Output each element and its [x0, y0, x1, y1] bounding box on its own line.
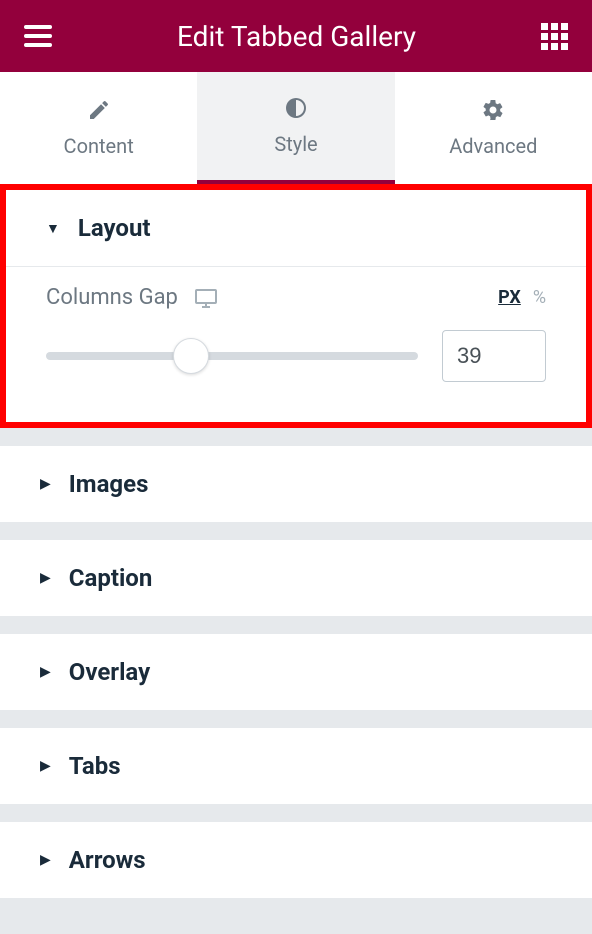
columns-gap-label-group: Columns Gap	[46, 285, 218, 310]
page-title: Edit Tabbed Gallery	[177, 20, 416, 53]
menu-icon[interactable]	[24, 25, 52, 47]
columns-gap-label: Columns Gap	[46, 285, 178, 310]
section-images-title: Images	[69, 470, 149, 498]
section-arrows-title: Arrows	[69, 846, 146, 874]
tab-style[interactable]: Style	[197, 72, 394, 184]
section-arrows: ▶ Arrows	[0, 822, 592, 898]
unit-selector: PX %	[498, 287, 546, 308]
tabs-bar: Content Style Advanced	[0, 72, 592, 184]
unit-px[interactable]: PX	[498, 287, 521, 308]
section-images-header[interactable]: ▶ Images	[0, 446, 592, 522]
apps-icon[interactable]	[541, 23, 568, 50]
contrast-icon	[284, 96, 308, 120]
caret-right-icon: ▶	[40, 758, 51, 774]
section-layout-header[interactable]: ▼ Layout	[6, 190, 586, 266]
section-overlay: ▶ Overlay	[0, 634, 592, 710]
slider-thumb[interactable]	[173, 338, 209, 374]
tab-content[interactable]: Content	[0, 72, 197, 184]
caret-right-icon: ▶	[40, 664, 51, 680]
section-layout-body: Columns Gap PX %	[6, 266, 586, 422]
section-arrows-header[interactable]: ▶ Arrows	[0, 822, 592, 898]
sections-container: ▼ Layout Columns Gap PX %	[0, 184, 592, 898]
section-layout-title: Layout	[78, 214, 151, 242]
columns-gap-slider-row	[46, 330, 546, 382]
caret-down-icon: ▼	[46, 220, 60, 237]
section-tabs-header[interactable]: ▶ Tabs	[0, 728, 592, 804]
caret-right-icon: ▶	[40, 476, 51, 492]
desktop-icon[interactable]	[194, 288, 218, 308]
gear-icon	[481, 98, 505, 122]
section-layout: ▼ Layout Columns Gap PX %	[0, 184, 592, 428]
tab-advanced[interactable]: Advanced	[395, 72, 592, 184]
section-caption-title: Caption	[69, 564, 153, 592]
caret-right-icon: ▶	[40, 570, 51, 586]
header-bar: Edit Tabbed Gallery	[0, 0, 592, 72]
caret-right-icon: ▶	[40, 852, 51, 868]
tab-content-label: Content	[64, 134, 134, 158]
section-tabs-title: Tabs	[69, 752, 121, 780]
pencil-icon	[87, 98, 111, 122]
columns-gap-input[interactable]	[442, 330, 546, 382]
section-overlay-title: Overlay	[69, 658, 150, 686]
tab-advanced-label: Advanced	[449, 134, 537, 158]
section-tabs: ▶ Tabs	[0, 728, 592, 804]
tab-style-label: Style	[274, 132, 317, 156]
section-overlay-header[interactable]: ▶ Overlay	[0, 634, 592, 710]
unit-percent[interactable]: %	[533, 287, 546, 308]
columns-gap-slider[interactable]	[46, 352, 418, 360]
section-images: ▶ Images	[0, 446, 592, 522]
section-caption: ▶ Caption	[0, 540, 592, 616]
section-caption-header[interactable]: ▶ Caption	[0, 540, 592, 616]
columns-gap-row: Columns Gap PX %	[46, 285, 546, 310]
